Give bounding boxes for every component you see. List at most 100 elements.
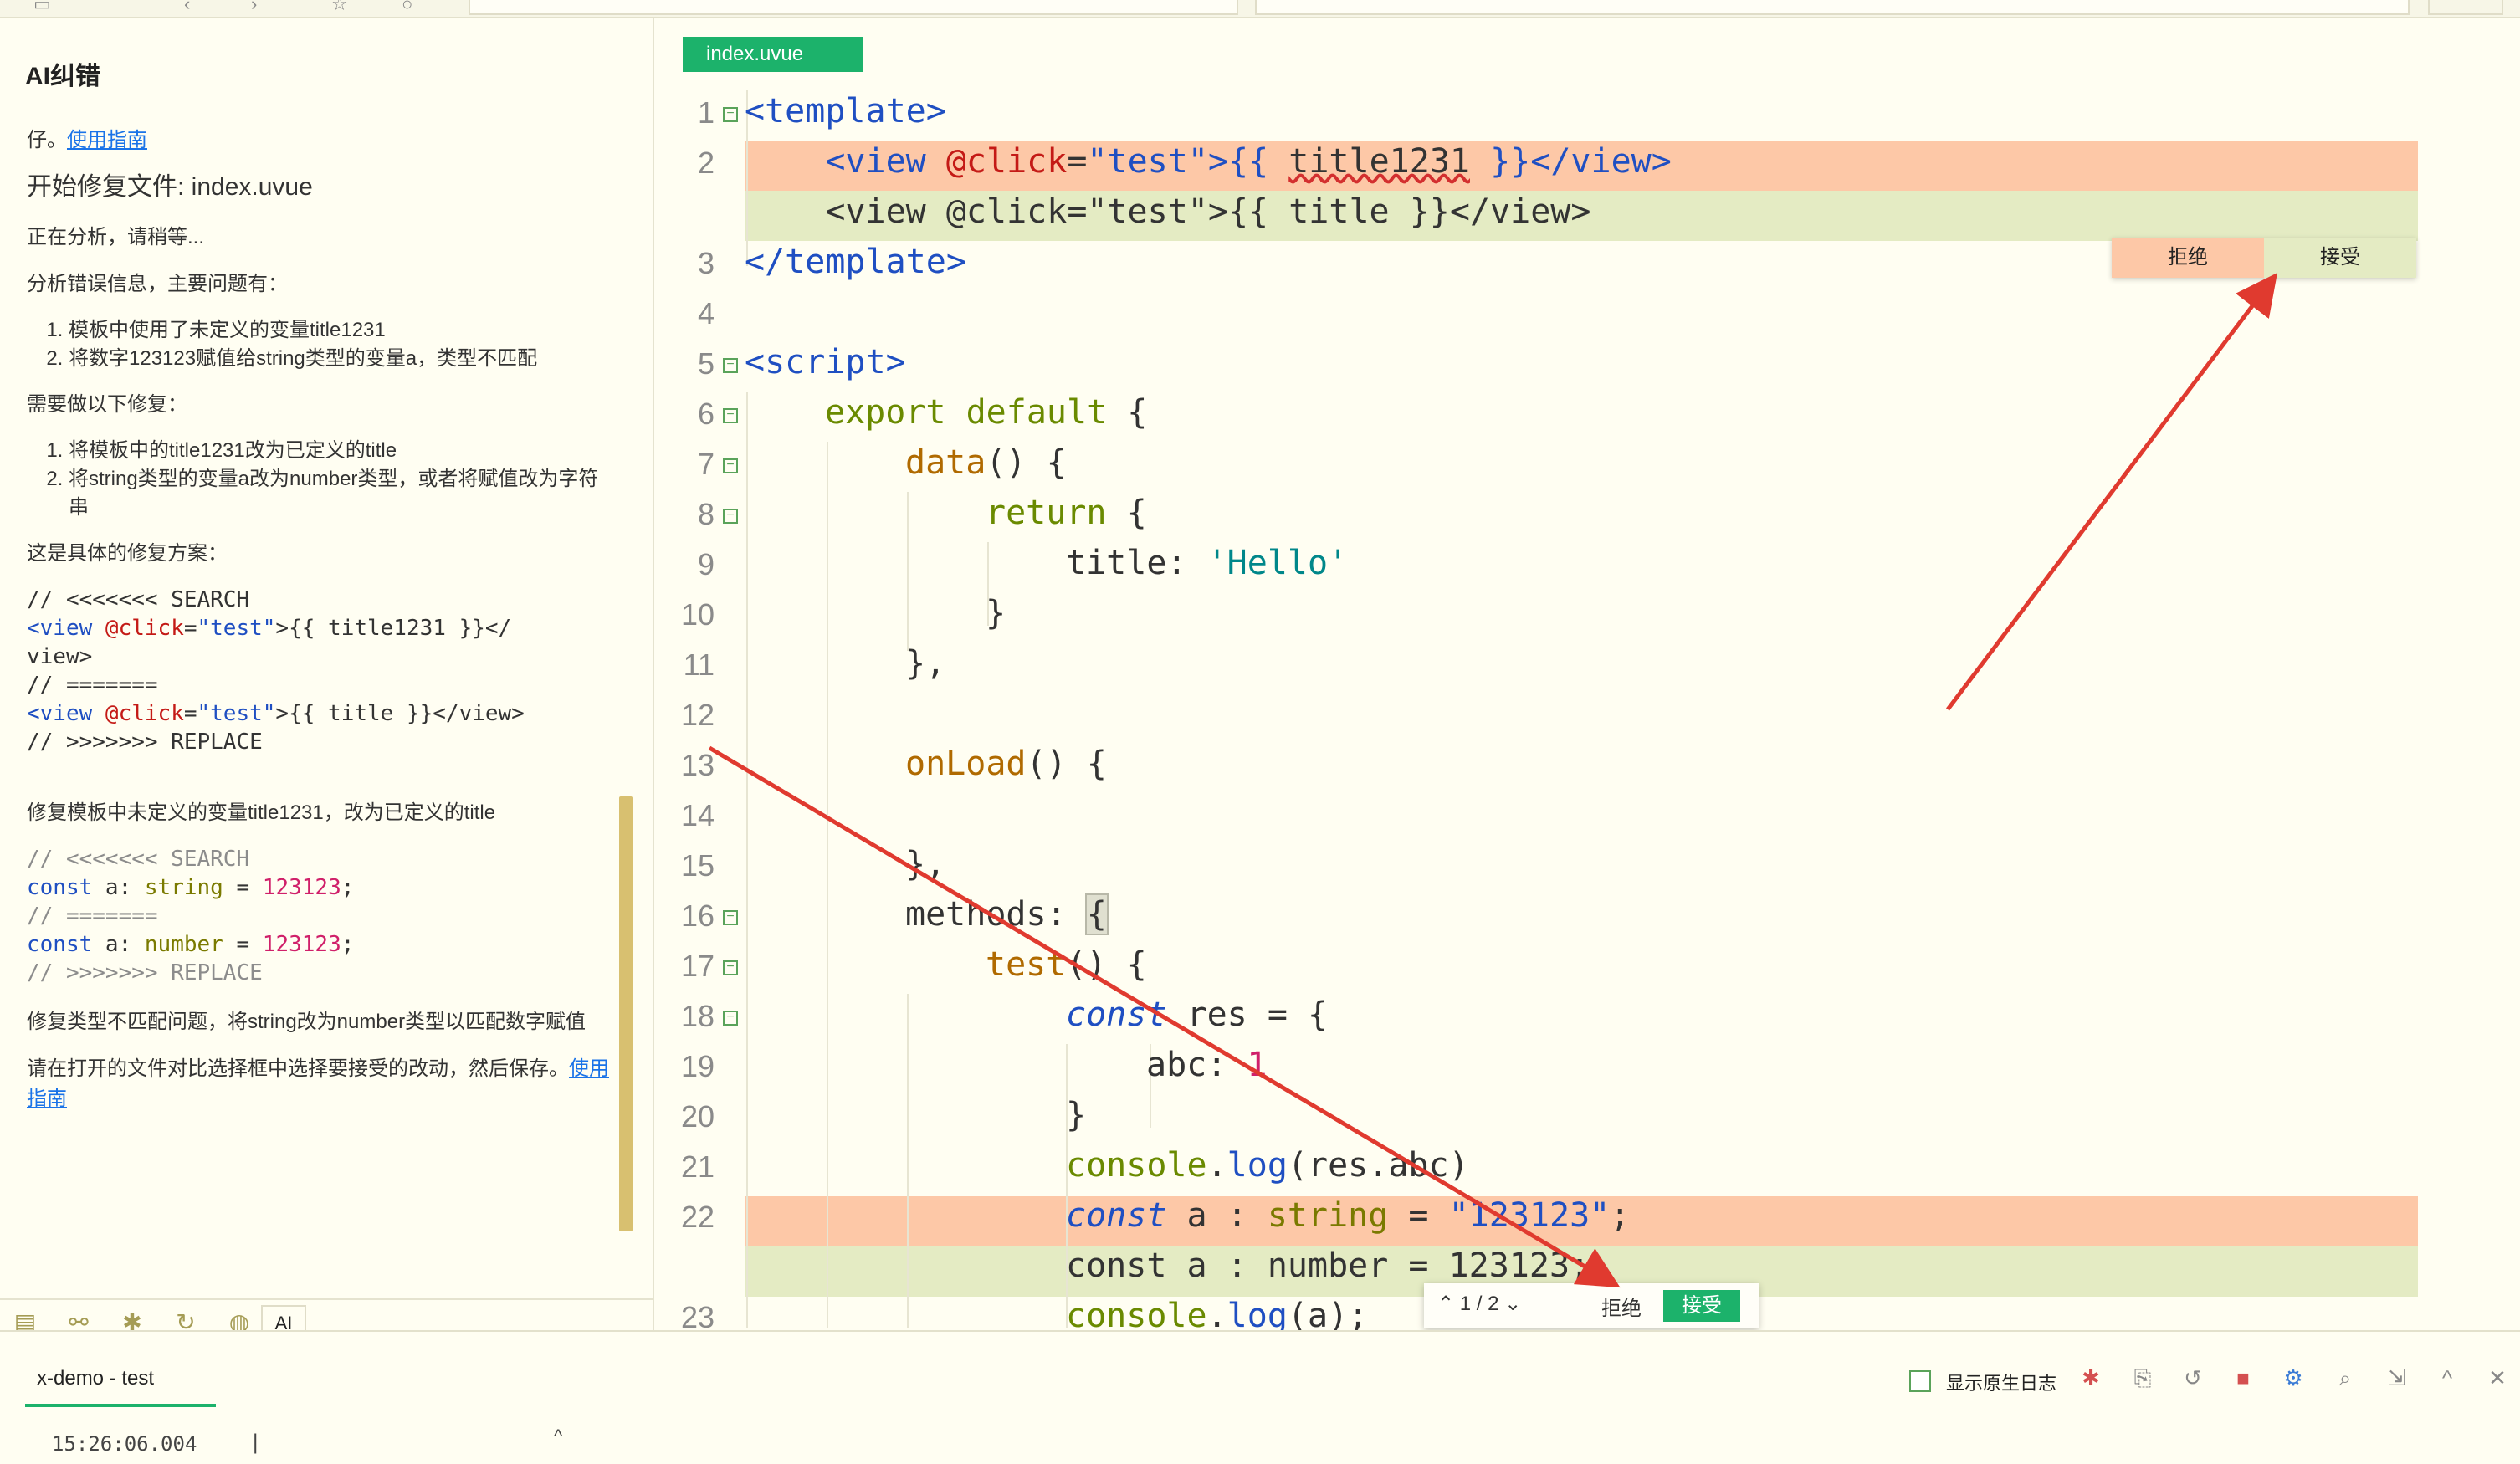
line-number: 4 [697,296,715,330]
fix-list: 将模板中的title1231改为已定义的title 将string类型的变量a改… [27,437,612,522]
diff-navigator[interactable]: ⌃ 1 / 2 ⌄ [1437,1292,1521,1316]
bug-icon[interactable]: ✱ [114,1308,151,1330]
fold-toggle-icon[interactable]: − [723,1011,738,1026]
back-icon[interactable]: ‹ [184,0,190,15]
plan-intro: 这是具体的修复方案： [27,542,228,565]
chevron-up-icon[interactable]: ^ [554,1426,562,1447]
text-cursor: | [249,1431,262,1454]
console-tab[interactable]: x-demo - test [37,1367,154,1390]
replay-icon[interactable]: ↺ [2179,1365,2207,1394]
ai-panel: AI纠错 仔。使用指南 开始修复文件: index.uvue 正在分析，请稍等.… [0,18,654,1330]
code-line: console.log(res.abc) [1066,1146,1469,1185]
file-tab-index-uvue[interactable]: index.uvue [683,37,863,72]
code-line: abc: 1 [1146,1046,1268,1084]
accept-button[interactable]: 接受 [2264,238,2416,278]
fold-toggle-icon[interactable]: − [723,107,738,122]
fold-toggle-icon[interactable]: − [723,358,738,373]
line-number: 21 [680,1149,715,1184]
close-panel-icon[interactable]: ✕ [2483,1365,2512,1394]
fold-toggle-icon[interactable]: − [723,960,738,975]
code-block-1: // <<<<<<< SEARCH <view @click="test">{{ … [27,587,525,755]
line-number: 10 [680,597,715,632]
code-line: } [986,594,1006,632]
code-line: const res = { [1066,996,1329,1034]
line-number: 7 [697,447,715,481]
fold-toggle-icon[interactable]: − [723,509,738,524]
code-line: title: 'Hello' [1066,544,1349,582]
palette-icon[interactable]: ◍ [221,1308,258,1330]
line-number: 15 [680,848,715,883]
list-item: 将string类型的变量a改为number类型，或者将赋值改为字符串 [69,465,612,522]
export-icon[interactable]: ⇲ [2383,1365,2411,1394]
list-item: 将数字123123赋值给string类型的变量a，类型不匹配 [69,345,612,373]
code-line: test() { [986,945,1147,984]
code-line: <view @click="test">{{ title1231 }}</vie… [825,142,1672,181]
binoculars-icon[interactable]: ⚯ [60,1308,97,1330]
final-note: 请在打开的文件对比选择框中选择要接受的改动，然后保存。使用指南 [27,1057,609,1110]
fold-toggle-icon[interactable]: − [723,408,738,423]
reject-button[interactable]: 拒绝 [2112,238,2264,278]
login-button[interactable] [2428,0,2503,15]
code-line: export default { [825,393,1148,432]
code-line: onLoad() { [905,745,1107,783]
code-line: <view @click="test">{{ title }}</view> [745,192,1591,231]
folder-icon[interactable]: ▤ [7,1308,44,1330]
code-line: console.log(a); [1066,1297,1369,1330]
ai-panel-scrollbar[interactable] [619,796,633,1231]
reject-button[interactable]: 拒绝 [1601,1292,1642,1321]
code-editor[interactable]: index.uvue 1 2 3 4 5 6 7 8 9 10 11 12 13… [656,18,2520,1330]
line-number: 13 [680,748,715,782]
chevron-up-icon[interactable]: ^ [2433,1365,2461,1394]
fold-toggle-icon[interactable]: − [723,910,738,925]
list-item: 模板中使用了未定义的变量title1231 [69,316,612,345]
fold-toggle-icon[interactable]: − [723,458,738,473]
problem-list: 模板中使用了未定义的变量title1231 将数字123123赋值给string… [27,316,612,373]
native-log-label: 显示原生日志 [1946,1373,2057,1394]
tab-ai[interactable]: AI [261,1305,306,1330]
stop-icon[interactable]: ■ [2229,1365,2257,1394]
copy-icon[interactable]: ⎘ [2128,1365,2157,1394]
code-block-2: // <<<<<<< SEARCH const a: string = 12312… [27,847,355,985]
run-icon[interactable]: ○ [402,0,412,15]
refresh-search-icon[interactable]: ↻ [167,1308,204,1330]
diff-nav-popup: ⌃ 1 / 2 ⌄ 拒绝 接受 [1424,1283,1759,1328]
top-fragment: 仔。使用指南 [27,129,147,151]
start-fix-text: 开始修复文件: index.uvue [27,173,313,201]
accept-button[interactable]: 接受 [1663,1290,1740,1322]
line-number: 17 [680,949,715,983]
line-number: 22 [680,1200,715,1234]
search-input[interactable] [1255,0,2410,15]
fix-intro: 需要做以下修复： [27,393,187,416]
analyzing-text: 正在分析，请稍等... [27,226,205,248]
fix1-description: 修复模板中未定义的变量title1231，改为已定义的title [27,801,496,824]
line-number: 16 [680,898,715,933]
code-line: </template> [745,243,966,281]
line-number: 12 [680,698,715,732]
star-icon[interactable]: ☆ [331,0,348,15]
ai-message: 仔。使用指南 开始修复文件: index.uvue 正在分析，请稍等... 分析… [27,125,612,1131]
code-line: } [1066,1096,1087,1134]
line-number: 8 [697,497,715,531]
guide-link[interactable]: 使用指南 [67,129,147,151]
line-number: 14 [680,798,715,832]
breadcrumb[interactable] [469,0,1238,15]
line-number: 1 [697,95,715,130]
line-number: 6 [697,397,715,431]
code-line: methods: { [905,893,1109,935]
filter-search-icon[interactable]: ⌕ [2331,1365,2359,1394]
line-number: 5 [697,346,715,381]
diff-action-popup: 拒绝 接受 [2112,238,2416,278]
fix2-description: 修复类型不匹配问题，将string改为number类型以匹配数字赋值 [27,1011,586,1033]
line-number: 18 [680,999,715,1033]
new-file-icon[interactable]: ▭ [33,0,51,15]
native-log-checkbox[interactable] [1909,1370,1931,1392]
line-number: 20 [680,1099,715,1134]
top-toolbar: ▭ ‹ › ☆ ○ [0,0,2520,18]
debug-icon[interactable]: ⚙ [2279,1365,2307,1394]
line-number: 19 [680,1049,715,1083]
list-item: 将模板中的title1231改为已定义的title [69,437,612,465]
line-number: 11 [683,648,715,682]
code-line: data() { [905,443,1067,482]
forward-icon[interactable]: › [251,0,257,15]
bug-icon[interactable]: ✱ [2077,1365,2105,1394]
